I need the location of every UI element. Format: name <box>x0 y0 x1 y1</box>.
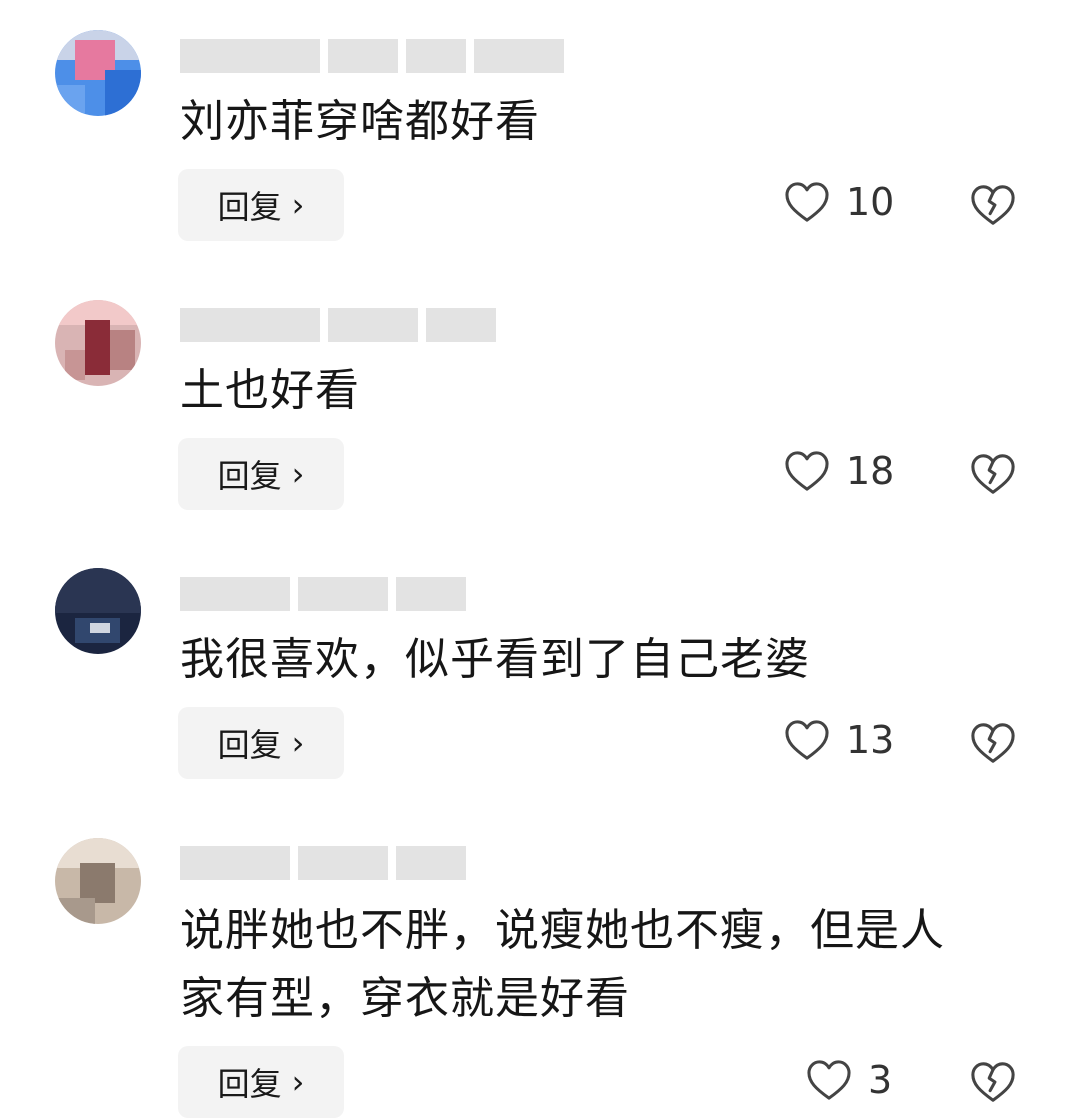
avatar-image <box>55 838 141 924</box>
like-count: 3 <box>868 1058 893 1102</box>
username-redacted <box>180 36 564 76</box>
like-count: 13 <box>846 718 895 762</box>
broken-heart-icon[interactable] <box>970 451 1016 497</box>
avatar[interactable] <box>55 300 141 386</box>
like-count: 10 <box>846 180 895 224</box>
comment-text: 刘亦菲穿啥都好看 <box>180 96 540 147</box>
heart-outline-icon <box>785 182 829 222</box>
comment-text: 土也好看 <box>180 365 360 416</box>
reply-label: 回复 <box>217 726 282 764</box>
chevron-right-icon: › <box>291 724 305 762</box>
reply-button[interactable]: 回复 › <box>178 1046 344 1118</box>
reply-button[interactable]: 回复 › <box>178 438 344 510</box>
avatar-image <box>55 568 141 654</box>
heart-outline-icon <box>785 720 829 760</box>
reply-button[interactable]: 回复 › <box>178 169 344 241</box>
reply-label: 回复 <box>217 457 282 495</box>
like-button[interactable]: 13 <box>784 718 894 762</box>
username-redacted <box>180 305 496 345</box>
comment-text: 我很喜欢，似乎看到了自己老婆 <box>180 634 810 685</box>
reply-label: 回复 <box>217 1065 282 1103</box>
avatar[interactable] <box>55 838 141 924</box>
avatar-image <box>55 300 141 386</box>
comment-text: 说胖她也不胖，说瘦她也不瘦，但是人 家有型，穿衣就是好看 <box>180 905 945 1024</box>
reply-button[interactable]: 回复 › <box>178 707 344 779</box>
broken-heart-icon[interactable] <box>970 720 1016 766</box>
broken-heart-icon[interactable] <box>970 1059 1016 1105</box>
like-button[interactable]: 10 <box>784 180 894 224</box>
avatar-image <box>55 30 141 116</box>
chevron-right-icon: › <box>291 1063 305 1101</box>
comment-item: 刘亦菲穿啥都好看 回复 › 10 <box>0 0 1080 260</box>
avatar[interactable] <box>55 568 141 654</box>
username-redacted <box>180 843 466 883</box>
heart-outline-icon <box>807 1060 851 1100</box>
like-button[interactable]: 18 <box>784 449 894 493</box>
username-redacted <box>180 574 466 614</box>
like-count: 18 <box>846 449 895 493</box>
like-button[interactable]: 3 <box>806 1058 892 1102</box>
reply-label: 回复 <box>217 188 282 226</box>
chevron-right-icon: › <box>291 455 305 493</box>
chevron-right-icon: › <box>291 186 305 224</box>
broken-heart-icon[interactable] <box>970 182 1016 228</box>
avatar[interactable] <box>55 30 141 116</box>
heart-outline-icon <box>785 451 829 491</box>
